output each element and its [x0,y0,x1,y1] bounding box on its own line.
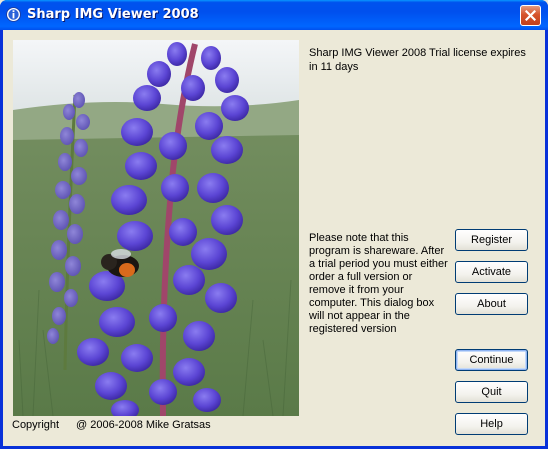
close-button[interactable] [520,5,541,26]
license-message: Sharp IMG Viewer 2008 Trial license expi… [309,47,526,73]
dialog-window: Sharp IMG Viewer 2008 Sharp IMG Viewer 2… [0,0,548,449]
quit-button[interactable]: Quit [455,381,528,403]
shareware-note: Please note that this program is sharewa… [309,232,448,335]
window-title: Sharp IMG Viewer 2008 [27,7,199,22]
continue-button[interactable]: Continue [455,349,528,371]
help-button[interactable]: Help [455,413,528,435]
copyright-label: Copyright [12,419,60,431]
register-button[interactable]: Register [455,229,528,251]
title-bar[interactable]: Sharp IMG Viewer 2008 [0,0,548,30]
copyright-value: @ 2006-2008 Mike Gratsas [76,419,211,431]
dialog-body: Sharp IMG Viewer 2008 Trial license expi… [3,30,545,446]
info-icon [6,7,21,22]
activate-button[interactable]: Activate [455,261,528,283]
close-icon [525,10,536,21]
lupine-photo [13,40,299,416]
about-button[interactable]: About [455,293,528,315]
